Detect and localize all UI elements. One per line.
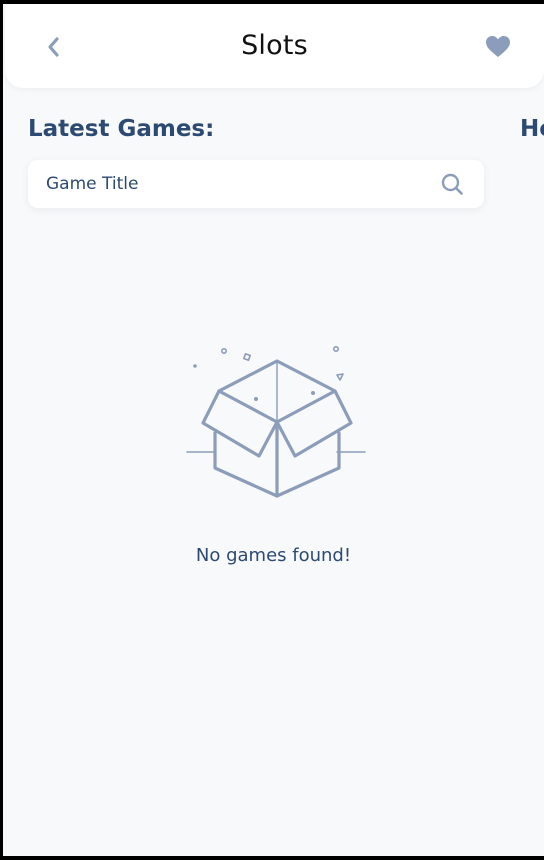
search-icon[interactable] [440, 172, 464, 196]
top-bar: Slots [5, 4, 544, 88]
empty-box-icon [186, 346, 366, 498]
next-section-heading[interactable]: Ho [520, 116, 544, 142]
heart-icon [486, 36, 510, 57]
app-screen: Slots Latest Games: Ho [3, 4, 544, 856]
search-bar [28, 160, 484, 208]
favorites-button[interactable] [483, 32, 513, 62]
page-title: Slots [241, 30, 308, 61]
latest-games-heading: Latest Games: [28, 116, 215, 142]
empty-state-message: No games found! [195, 545, 352, 566]
search-input[interactable] [46, 160, 426, 208]
